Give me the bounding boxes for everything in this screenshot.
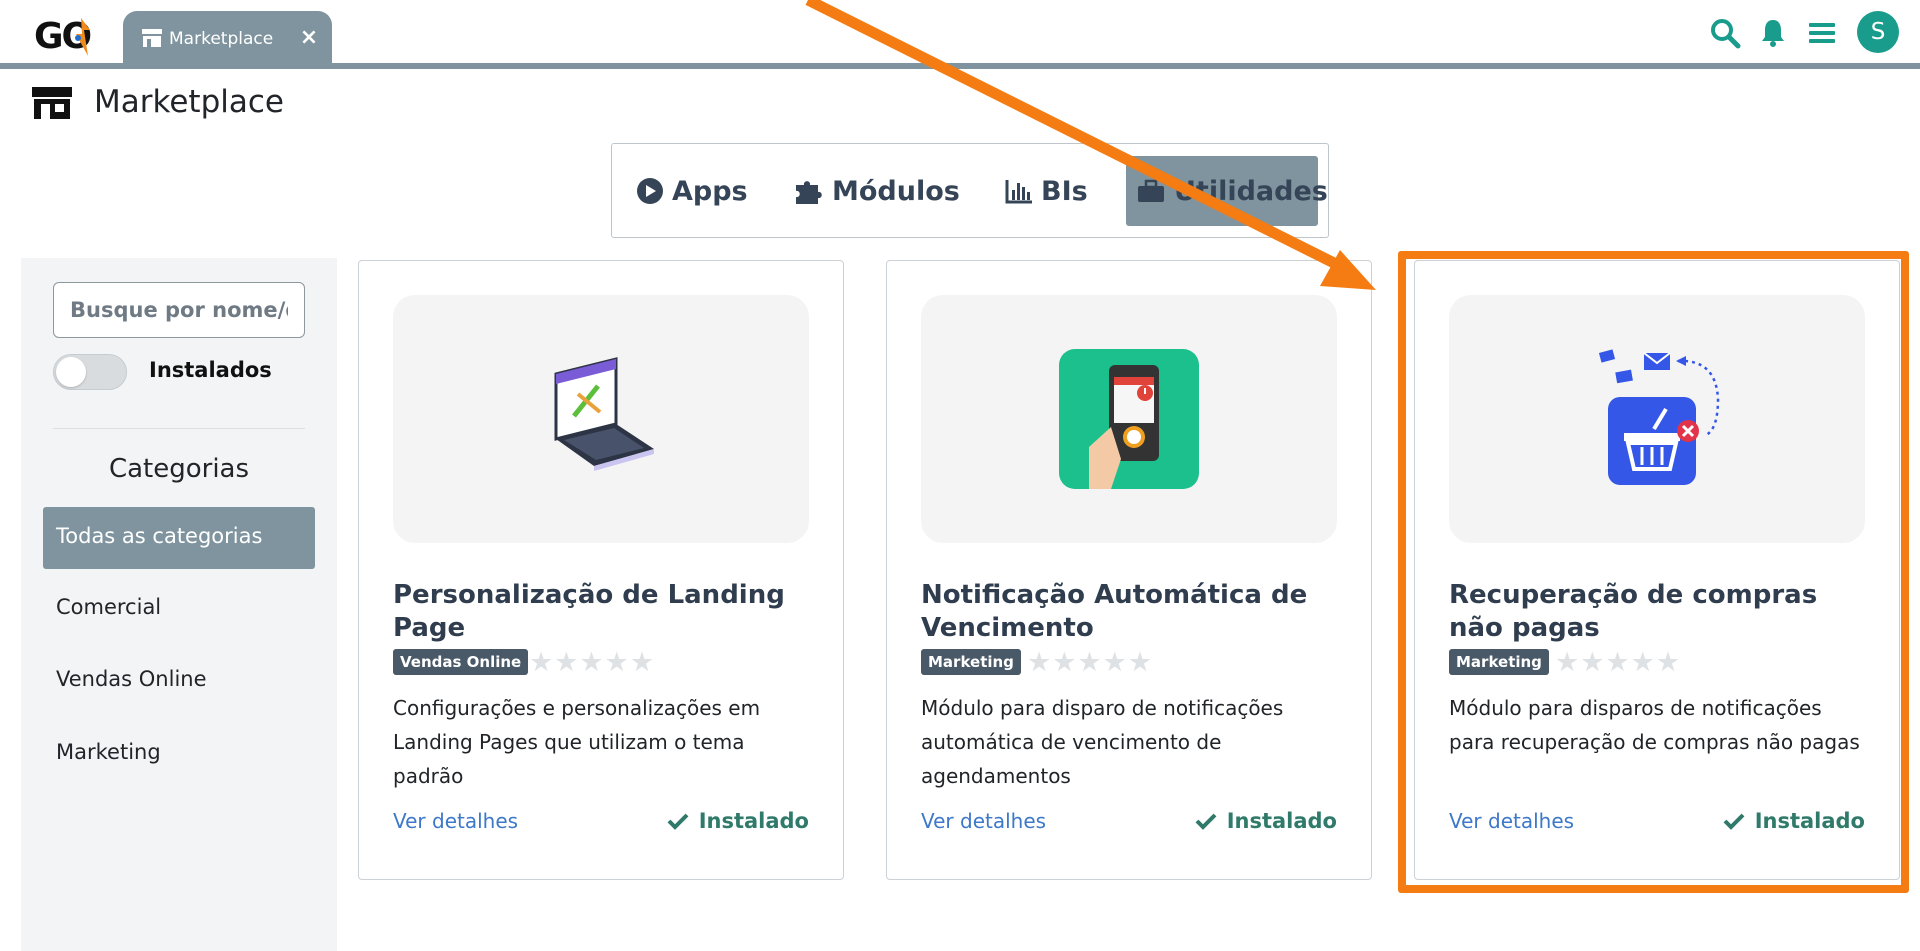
module-card: Recuperação de compras não pagas Marketi… <box>1414 260 1900 880</box>
card-title: Notificação Automática de Vencimento <box>921 580 1308 643</box>
details-link[interactable]: Ver detalhes <box>1449 809 1574 833</box>
segment-modulos[interactable]: Módulos <box>784 156 970 226</box>
category-badge: Vendas Online <box>393 649 529 675</box>
module-card: Notificação Automática de Vencimento Mar… <box>886 260 1372 880</box>
rating-stars: ★★★★★ <box>529 647 656 678</box>
app-logo[interactable]: GO <box>34 14 104 58</box>
search-input[interactable] <box>53 282 305 338</box>
segment-apps[interactable]: Apps <box>626 156 758 226</box>
basket-recovery-icon <box>1598 349 1720 485</box>
segment-label: Módulos <box>832 175 960 207</box>
check-icon <box>667 813 689 830</box>
store-icon <box>142 29 162 47</box>
segment-label: BIs <box>1041 175 1088 207</box>
segment-label: Utilidades <box>1174 175 1328 207</box>
sidebar-divider <box>53 428 305 429</box>
category-badge: Marketing <box>921 649 1021 675</box>
rating-stars: ★★★★★ <box>1555 647 1682 678</box>
card-image <box>921 295 1337 543</box>
card-image <box>1449 295 1865 543</box>
card-description: Módulo para disparo de notificações auto… <box>921 696 1284 788</box>
installed-toggle[interactable] <box>53 354 127 390</box>
top-bar-divider <box>0 63 1920 69</box>
module-card: Personalização de Landing Page Vendas On… <box>358 260 844 880</box>
segment-bis[interactable]: BIs <box>995 156 1098 226</box>
phone-notification-icon <box>1059 349 1199 489</box>
segment-label: Apps <box>672 175 748 207</box>
installed-toggle-label: Instalados <box>149 358 272 382</box>
bell-icon[interactable] <box>1757 17 1789 49</box>
filter-sidebar: Instalados Categorias Todas as categoria… <box>21 258 337 951</box>
installed-status: Instalado <box>667 809 809 833</box>
store-icon <box>32 87 72 119</box>
search-icon[interactable] <box>1709 17 1741 49</box>
logo-mark-icon <box>75 18 90 56</box>
details-link[interactable]: Ver detalhes <box>921 809 1046 833</box>
details-link[interactable]: Ver detalhes <box>393 809 518 833</box>
status-label: Instalado <box>1226 809 1337 833</box>
check-icon <box>1723 813 1745 830</box>
installed-status: Instalado <box>1723 809 1865 833</box>
category-marketing[interactable]: Marketing <box>43 723 315 785</box>
card-description: Configurações e personalizações em Landi… <box>393 696 761 788</box>
card-title: Recuperação de compras não pagas <box>1449 580 1818 643</box>
tab-marketplace[interactable]: Marketplace × <box>123 11 332 64</box>
category-vendas-online[interactable]: Vendas Online <box>43 650 315 712</box>
categories-title: Categorias <box>108 454 250 484</box>
bar-chart-icon <box>1005 180 1032 204</box>
category-badge: Marketing <box>1449 649 1549 675</box>
status-label: Instalado <box>698 809 809 833</box>
category-segments: Apps Módulos BIs Utilidades <box>611 143 1329 238</box>
card-title: Personalização de Landing Page <box>393 580 785 643</box>
user-avatar[interactable]: S <box>1857 11 1899 53</box>
category-comercial[interactable]: Comercial <box>43 578 315 640</box>
status-label: Instalado <box>1754 809 1865 833</box>
installed-status: Instalado <box>1195 809 1337 833</box>
check-icon <box>1195 813 1217 830</box>
top-bar: GO Marketplace × S <box>0 0 1920 70</box>
card-image <box>393 295 809 543</box>
toolbox-icon <box>1138 179 1164 202</box>
card-description: Módulo para disparos de notificações par… <box>1449 696 1860 754</box>
tab-label: Marketplace <box>169 29 274 49</box>
puzzle-icon <box>796 181 822 204</box>
category-all[interactable]: Todas as categorias <box>43 507 315 569</box>
segment-utilidades[interactable]: Utilidades <box>1126 156 1328 226</box>
tab-close-icon[interactable]: × <box>298 27 320 49</box>
toggle-knob <box>56 357 86 387</box>
laptop-design-icon <box>554 357 654 471</box>
menu-icon[interactable] <box>1806 17 1838 49</box>
page-title: Marketplace <box>94 84 284 120</box>
play-circle-icon <box>637 178 663 204</box>
rating-stars: ★★★★★ <box>1027 647 1154 678</box>
